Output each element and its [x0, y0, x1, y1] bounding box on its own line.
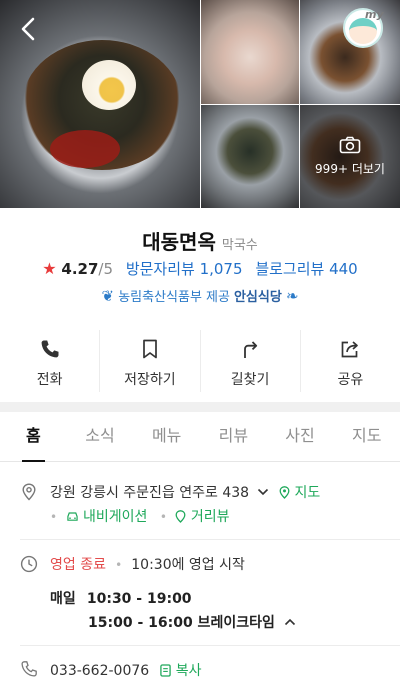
chevron-left-icon — [21, 17, 35, 41]
navigation-link[interactable]: 내비게이션 — [66, 509, 152, 525]
street-view-pin-icon — [175, 510, 186, 523]
hours-day-label: 매일 — [50, 591, 76, 607]
my-profile-badge[interactable]: my — [343, 8, 384, 48]
visitor-reviews-link[interactable]: 방문자리뷰 1,075 — [126, 260, 243, 278]
address-links: • 내비게이션 • 거리뷰 — [50, 506, 229, 526]
phone-section: 033-662-0076 복사 — [0, 660, 400, 684]
camera-icon — [339, 136, 361, 154]
hours-section[interactable]: 영업 종료 • 10:30에 영업 시작 매일 10:30 - 19:00 15… — [0, 554, 400, 634]
tab-news[interactable]: 소식 — [67, 412, 134, 461]
photo-thumb-1[interactable] — [201, 0, 299, 104]
share-icon — [342, 341, 359, 358]
save-label: 저장하기 — [124, 372, 176, 388]
row-divider — [20, 539, 400, 540]
phone-line: 033-662-0076 복사 — [50, 660, 202, 680]
rating-max: /5 — [98, 260, 114, 278]
my-badge-text: my — [365, 8, 384, 21]
blog-reviews-link[interactable]: 블로그리뷰 440 — [255, 260, 357, 278]
save-button[interactable]: 저장하기 — [100, 330, 201, 392]
clock-icon — [20, 555, 38, 573]
certification-prefix: 농림축산식품부 제공 — [118, 290, 230, 305]
car-icon — [66, 512, 78, 521]
more-photos-button[interactable]: 999+ 더보기 — [300, 105, 400, 208]
place-category: 막국수 — [221, 238, 258, 253]
laurel-left-icon: ❦ — [101, 287, 115, 305]
action-bar: 전화 저장하기 길찾기 공유 — [0, 330, 400, 392]
sauce-image — [50, 130, 120, 168]
hours-status-line: 영업 종료 • 10:30에 영업 시작 — [50, 554, 245, 574]
copy-button[interactable]: 복사 — [160, 663, 202, 679]
certification-name: 안심식당 — [233, 290, 282, 305]
address-section: 강원 강릉시 주문진읍 연주로 438 지도 • 내비게이션 • 거리뷰 — [0, 482, 400, 532]
map-link-label: 지도 — [294, 485, 321, 501]
open-hours: 10:30 - 19:00 — [86, 591, 192, 607]
copy-icon — [160, 664, 172, 677]
map-pin-icon — [279, 486, 290, 499]
call-button[interactable]: 전화 — [0, 330, 101, 392]
photo-gallery[interactable]: my 999+ 더보기 — [0, 0, 400, 208]
photo-thumb-3[interactable] — [201, 105, 299, 208]
street-view-link[interactable]: 거리뷰 — [175, 509, 229, 525]
review-stats: ★ 4.27/5 방문자리뷰 1,075 블로그리뷰 440 — [0, 258, 400, 279]
bullet-dot: • — [115, 558, 123, 572]
bullet-dot: • — [159, 510, 167, 524]
phone-number[interactable]: 033-662-0076 — [50, 663, 149, 679]
phone-outline-icon — [21, 661, 37, 677]
chevron-up-icon[interactable] — [284, 616, 296, 628]
avatar — [349, 18, 377, 44]
share-label: 공유 — [337, 372, 364, 388]
tab-home[interactable]: 홈 — [0, 412, 67, 462]
tab-reviews[interactable]: 리뷰 — [200, 412, 267, 461]
next-open-time: 10:30에 영업 시작 — [131, 557, 245, 573]
back-button[interactable] — [14, 14, 44, 44]
safe-restaurant-badge[interactable]: ❦ 농림축산식품부 제공 안심식당 ❧ — [0, 286, 400, 305]
map-link[interactable]: 지도 — [279, 485, 320, 501]
tab-photos[interactable]: 사진 — [267, 412, 334, 461]
row-divider — [20, 645, 400, 646]
tab-bar: 홈 소식 메뉴 리뷰 사진 지도 — [0, 412, 400, 462]
directions-button[interactable]: 길찾기 — [201, 330, 301, 392]
section-divider — [0, 402, 400, 412]
bullet-dot: • — [50, 510, 58, 524]
break-time: 15:00 - 16:00 브레이크타임 — [88, 615, 275, 631]
star-icon: ★ — [42, 259, 57, 278]
directions-label: 길찾기 — [230, 372, 270, 388]
street-view-label: 거리뷰 — [190, 509, 230, 525]
directions-icon — [244, 341, 258, 358]
place-title-row: 대동면옥 막국수 — [0, 226, 400, 255]
hours-daily-line: 매일 10:30 - 19:00 — [50, 588, 192, 608]
bookmark-icon — [143, 339, 157, 359]
call-label: 전화 — [36, 372, 63, 388]
more-photos-label: 999+ 더보기 — [315, 162, 385, 176]
chevron-down-icon[interactable] — [257, 486, 269, 498]
navigation-label: 내비게이션 — [82, 509, 148, 525]
address-line: 강원 강릉시 주문진읍 연주로 438 지도 — [50, 482, 320, 502]
egg-image — [82, 60, 136, 110]
rating-value: 4.27 — [61, 260, 99, 278]
tab-menu[interactable]: 메뉴 — [133, 412, 200, 461]
business-status: 영업 종료 — [50, 557, 106, 573]
tab-map[interactable]: 지도 — [333, 412, 400, 461]
share-button[interactable]: 공유 — [301, 330, 400, 392]
address-text: 강원 강릉시 주문진읍 연주로 438 — [50, 485, 250, 501]
location-pin-icon — [22, 483, 36, 501]
copy-label: 복사 — [175, 663, 202, 679]
phone-icon — [41, 340, 59, 358]
break-time-line: 15:00 - 16:00 브레이크타임 — [88, 612, 296, 632]
place-name: 대동면옥 — [142, 230, 216, 254]
laurel-right-icon: ❧ — [285, 287, 299, 305]
